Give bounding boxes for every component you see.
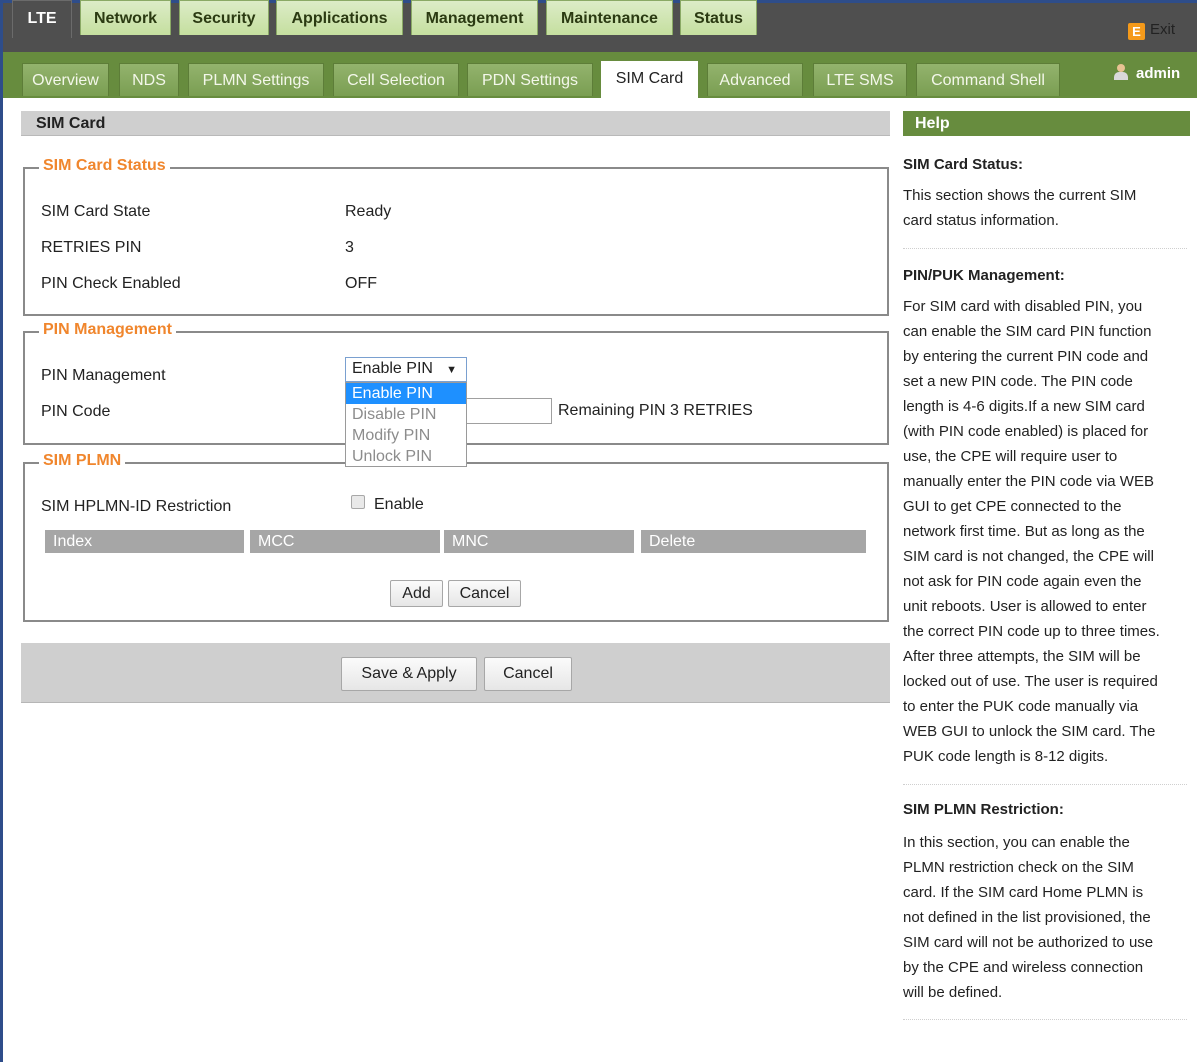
subtab-sim-card[interactable]: SIM Card <box>601 61 698 98</box>
option-unlock-pin[interactable]: Unlock PIN <box>346 446 466 467</box>
pin-management-label: PIN Management <box>41 367 166 384</box>
subtab-command-shell[interactable]: Command Shell <box>916 63 1060 96</box>
col-header-mnc: MNC <box>444 530 634 553</box>
tab-management[interactable]: Management <box>411 0 538 35</box>
help-header: Help <box>903 111 1190 136</box>
user-icon <box>1114 64 1128 80</box>
col-header-delete: Delete <box>641 530 866 553</box>
remaining-retries-text: Remaining PIN 3 RETRIES <box>558 402 753 419</box>
window-frame-left <box>0 0 3 1062</box>
col-header-mcc: MCC <box>250 530 440 553</box>
plmn-cancel-button[interactable]: Cancel <box>448 580 521 607</box>
sim-status-fieldset: SIM Card Status SIM Card State Ready RET… <box>23 157 889 316</box>
subtab-pdn-settings[interactable]: PDN Settings <box>467 63 593 96</box>
option-modify-pin[interactable]: Modify PIN <box>346 425 466 446</box>
help-pin-puk-title: PIN/PUK Management: <box>903 267 1065 284</box>
help-divider <box>903 1019 1187 1020</box>
tab-network[interactable]: Network <box>80 0 171 35</box>
subtab-plmn-settings[interactable]: PLMN Settings <box>188 63 324 96</box>
user-menu[interactable]: admin <box>1114 64 1180 82</box>
tab-security[interactable]: Security <box>179 0 269 35</box>
help-plmn-title: SIM PLMN Restriction: <box>903 801 1064 818</box>
plmn-add-button[interactable]: Add <box>390 580 443 607</box>
pin-management-select[interactable]: Enable PIN ▼ <box>345 357 467 382</box>
username: admin <box>1136 65 1181 82</box>
col-header-index: Index <box>45 530 244 553</box>
help-pin-puk-text: For SIM card with disabled PIN, you can … <box>903 298 1160 765</box>
tab-lte[interactable]: LTE <box>12 0 72 38</box>
option-disable-pin[interactable]: Disable PIN <box>346 404 466 425</box>
pin-check-value: OFF <box>345 275 377 292</box>
subtab-nds[interactable]: NDS <box>119 63 179 96</box>
pin-management-legend: PIN Management <box>39 321 176 339</box>
pin-management-selected-value: Enable PIN <box>352 360 433 377</box>
help-plmn-text: In this section, you can enable the PLMN… <box>903 834 1154 1001</box>
help-divider <box>903 784 1187 785</box>
exit-label: Exit <box>1150 21 1176 38</box>
pin-code-input[interactable] <box>455 398 552 424</box>
hplmn-restriction-label: SIM HPLMN-ID Restriction <box>41 498 232 515</box>
subtab-advanced[interactable]: Advanced <box>707 63 803 96</box>
help-sim-status-text: This section shows the current SIM card … <box>903 187 1137 229</box>
pin-check-label: PIN Check Enabled <box>41 275 181 292</box>
save-apply-button[interactable]: Save & Apply <box>341 657 477 691</box>
subtab-lte-sms[interactable]: LTE SMS <box>813 63 907 96</box>
tab-maintenance[interactable]: Maintenance <box>546 0 673 35</box>
hplmn-enable-checkbox[interactable] <box>351 495 365 509</box>
sim-state-label: SIM Card State <box>41 203 151 220</box>
subtab-overview[interactable]: Overview <box>22 63 109 96</box>
tab-status[interactable]: Status <box>680 0 757 35</box>
retries-pin-value: 3 <box>345 239 354 256</box>
subtab-cell-selection[interactable]: Cell Selection <box>333 63 459 96</box>
pin-management-dropdown: Enable PIN Disable PIN Modify PIN Unlock… <box>345 382 467 467</box>
sim-plmn-legend: SIM PLMN <box>39 452 126 470</box>
option-enable-pin[interactable]: Enable PIN <box>346 383 466 404</box>
cancel-button[interactable]: Cancel <box>484 657 572 691</box>
page-title: SIM Card <box>21 111 890 136</box>
tab-applications[interactable]: Applications <box>276 0 403 35</box>
help-divider <box>903 248 1187 249</box>
retries-pin-label: RETRIES PIN <box>41 239 142 256</box>
exit-link[interactable]: E Exit <box>1128 21 1175 40</box>
pin-code-label: PIN Code <box>41 403 111 420</box>
sim-state-value: Ready <box>345 203 392 220</box>
exit-icon: E <box>1128 23 1145 40</box>
sim-status-legend: SIM Card Status <box>39 157 170 175</box>
help-sim-status-title: SIM Card Status: <box>903 156 1024 173</box>
hplmn-enable-label: Enable <box>374 496 424 513</box>
dropdown-arrow-icon: ▼ <box>446 364 457 376</box>
